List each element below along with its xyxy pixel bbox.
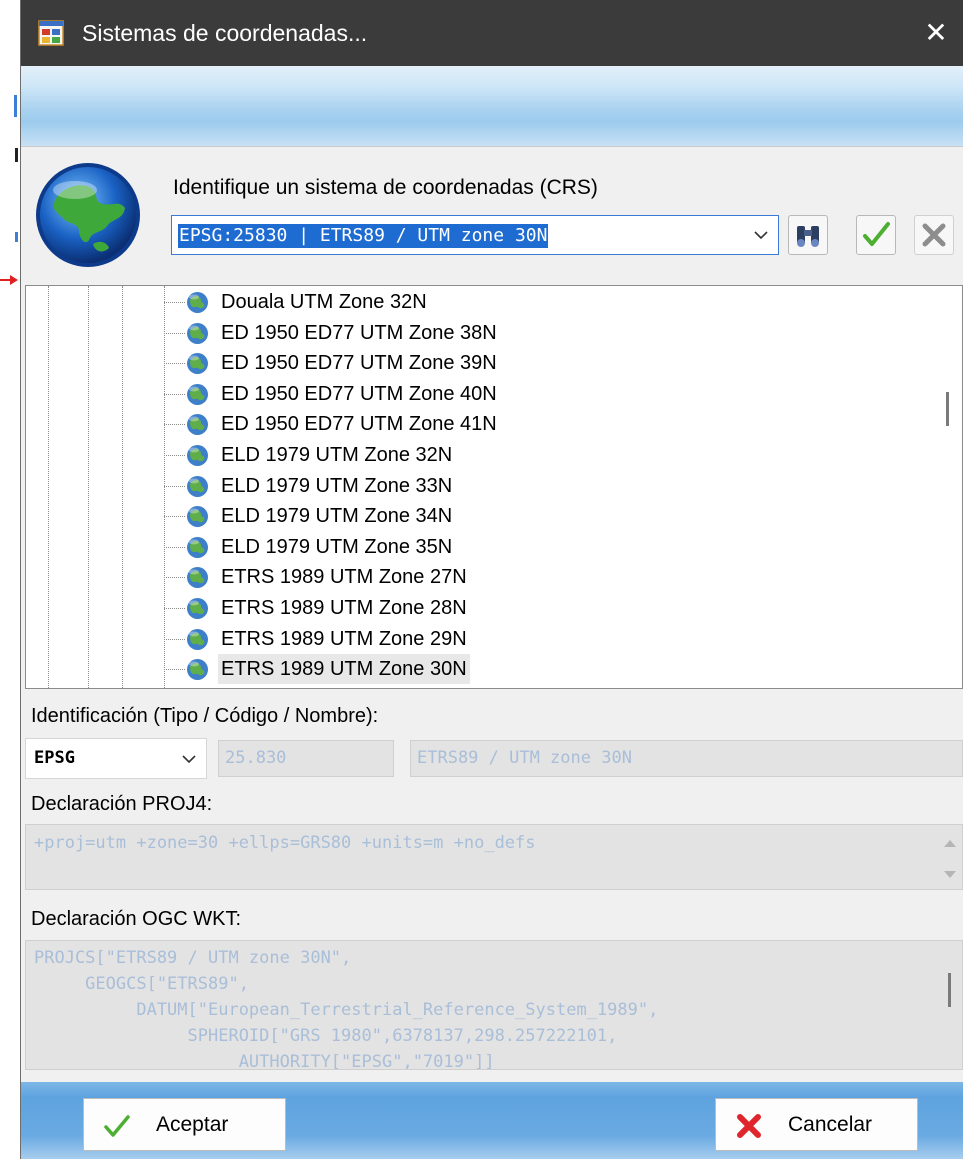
header-banner bbox=[21, 66, 963, 147]
app-window-icon bbox=[38, 20, 64, 46]
globe-icon bbox=[187, 292, 208, 313]
dialog-footer: Aceptar Cancelar bbox=[21, 1082, 963, 1159]
background-fragment bbox=[14, 95, 17, 117]
clear-crs-button[interactable] bbox=[914, 215, 954, 255]
globe-icon bbox=[187, 567, 208, 589]
tree-guide-line bbox=[48, 286, 49, 688]
globe-icon bbox=[187, 628, 208, 650]
crs-tree[interactable]: Douala UTM Zone 32N ED 1950 ED77 UTM Zone… bbox=[25, 285, 963, 689]
background-fragment bbox=[15, 232, 18, 242]
tree-connector bbox=[164, 393, 185, 395]
globe-icon bbox=[187, 445, 208, 466]
crs-dialog: Sistemas de coordenadas... ✕ Identifique… bbox=[20, 0, 963, 1159]
tree-connector bbox=[164, 608, 185, 609]
tree-item-label: ED 1950 ED77 UTM Zone 39N bbox=[221, 352, 497, 375]
tree-connector bbox=[164, 577, 185, 579]
tree-connector bbox=[164, 546, 185, 548]
checkmark-icon bbox=[104, 1115, 130, 1137]
proj4-scroll-arrows[interactable] bbox=[940, 833, 960, 883]
globe-icon bbox=[36, 163, 140, 267]
wkt-line: SPHEROID["GRS 1980",6378137,298.25722210… bbox=[34, 1026, 618, 1046]
globe-icon bbox=[187, 536, 208, 558]
accept-button[interactable]: Aceptar bbox=[83, 1098, 286, 1151]
wkt-line: GEOGCS["ETRS89", bbox=[34, 974, 249, 994]
globe-icon bbox=[187, 414, 208, 436]
background-strip bbox=[0, 0, 20, 1159]
tree-guide-line bbox=[88, 286, 89, 688]
tree-connector bbox=[164, 455, 185, 456]
accept-label: Aceptar bbox=[156, 1113, 229, 1136]
search-crs-button[interactable] bbox=[788, 215, 828, 255]
chevron-down-icon[interactable] bbox=[750, 222, 772, 248]
tree-item-label: ED 1950 ED77 UTM Zone 38N bbox=[221, 321, 497, 344]
tree-item-label: ETRS 1989 UTM Zone 29N bbox=[221, 627, 467, 650]
tree-connector bbox=[164, 302, 185, 303]
tree-connector bbox=[164, 638, 185, 640]
type-combobox[interactable]: EPSG bbox=[25, 738, 207, 779]
title-bar: Sistemas de coordenadas... ✕ bbox=[21, 0, 963, 66]
tree-connector bbox=[164, 332, 185, 334]
globe-icon bbox=[187, 322, 208, 344]
confirm-crs-button[interactable] bbox=[856, 215, 896, 255]
binoculars-icon bbox=[797, 226, 819, 247]
proj4-textbox[interactable]: +proj=utm +zone=30 +ellps=GRS80 +units=m… bbox=[25, 824, 963, 890]
globe-icon bbox=[187, 383, 208, 405]
tree-scrollbar-thumb[interactable] bbox=[946, 392, 949, 426]
crs-combobox[interactable]: EPSG:25830 | ETRS89 / UTM zone 30N bbox=[171, 215, 779, 255]
tree-item-label: ETRS 1989 UTM Zone 28N bbox=[221, 597, 467, 619]
background-fragment bbox=[15, 148, 18, 162]
tree-item-label: ELD 1979 UTM Zone 35N bbox=[221, 535, 453, 558]
tree-item-label: ELD 1979 UTM Zone 34N bbox=[221, 505, 453, 528]
tree-connector bbox=[164, 669, 185, 671]
proj4-label: Declaración PROJ4: bbox=[31, 793, 213, 815]
wkt-label: Declaración OGC WKT: bbox=[31, 908, 242, 930]
globe-icon bbox=[187, 506, 208, 528]
tree-guide-line bbox=[122, 286, 123, 688]
globe-icon bbox=[187, 353, 208, 375]
tree-connector bbox=[164, 516, 185, 518]
tree-connector bbox=[164, 363, 185, 365]
scroll-up-icon bbox=[944, 840, 956, 847]
tree-connector bbox=[164, 485, 185, 487]
chevron-down-icon[interactable] bbox=[178, 747, 200, 771]
wkt-line: AUTHORITY["EPSG","7019"]] bbox=[34, 1052, 495, 1070]
checkmark-icon bbox=[863, 222, 890, 246]
crs-prompt-label: Identifique un sistema de coordenadas (C… bbox=[173, 176, 598, 199]
globe-icon bbox=[187, 598, 208, 619]
cancel-button[interactable]: Cancelar bbox=[715, 1098, 918, 1151]
tree-guide-line bbox=[164, 286, 165, 688]
name-field[interactable]: ETRS89 / UTM zone 30N bbox=[410, 740, 963, 777]
identification-label: Identificación (Tipo / Código / Nombre): bbox=[31, 705, 379, 727]
crs-selected-text[interactable]: EPSG:25830 | ETRS89 / UTM zone 30N bbox=[178, 224, 549, 248]
cancel-label: Cancelar bbox=[788, 1113, 873, 1136]
tree-item-label: ELD 1979 UTM Zone 33N bbox=[221, 474, 453, 497]
proj4-value: +proj=utm +zone=30 +ellps=GRS80 +units=m… bbox=[34, 833, 536, 853]
wkt-line: PROJCS["ETRS89 / UTM zone 30N", bbox=[34, 948, 352, 968]
close-button[interactable]: ✕ bbox=[909, 0, 963, 66]
wkt-scrollbar-thumb[interactable] bbox=[948, 973, 951, 1007]
crs-header: Identifique un sistema de coordenadas (C… bbox=[21, 147, 963, 283]
delete-x-icon bbox=[922, 223, 946, 247]
globe-icon bbox=[187, 659, 208, 681]
cancel-x-icon bbox=[737, 1114, 761, 1138]
wkt-line: DATUM["European_Terrestrial_Reference_Sy… bbox=[34, 1000, 659, 1020]
scroll-down-icon bbox=[944, 871, 956, 878]
code-field[interactable]: 25.830 bbox=[218, 740, 394, 777]
tree-item-label: ED 1950 ED77 UTM Zone 40N bbox=[221, 382, 497, 405]
window-title: Sistemas de coordenadas... bbox=[82, 20, 368, 46]
tree-item-label: ED 1950 ED77 UTM Zone 41N bbox=[221, 413, 497, 436]
tree-item-label: ETRS 1989 UTM Zone 27N bbox=[221, 566, 467, 589]
pointer-arrow-icon bbox=[0, 275, 18, 285]
tree-item-label: Douala UTM Zone 32N bbox=[221, 291, 427, 313]
type-value: EPSG bbox=[34, 748, 75, 768]
tree-connector bbox=[164, 424, 185, 426]
tree-item-label: ETRS 1989 UTM Zone 30N bbox=[218, 654, 470, 685]
globe-icon bbox=[187, 475, 208, 497]
wkt-textbox[interactable]: PROJCS["ETRS89 / UTM zone 30N", GEOGCS["… bbox=[25, 940, 963, 1070]
tree-item-label: ELD 1979 UTM Zone 32N bbox=[221, 444, 453, 466]
